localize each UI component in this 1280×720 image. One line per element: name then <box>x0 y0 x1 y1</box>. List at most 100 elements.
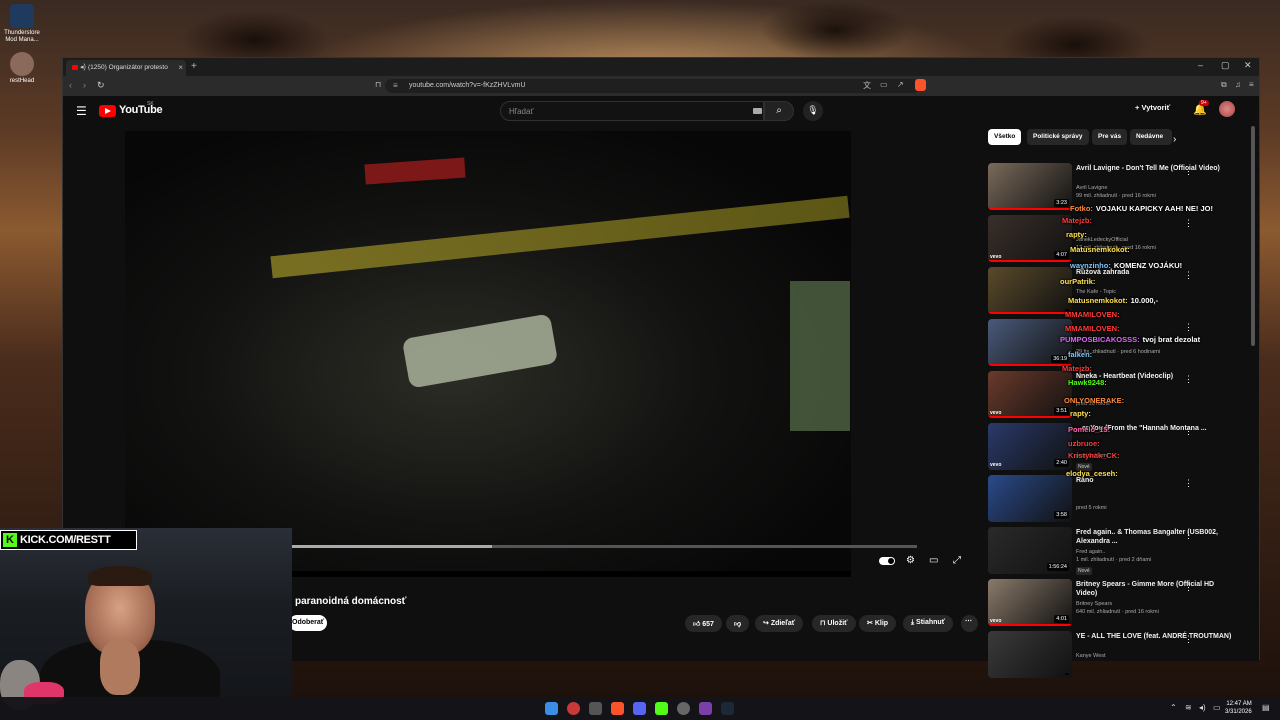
recommendation-channel[interactable]: Fred again.. <box>1076 549 1105 555</box>
more-vert-icon[interactable]: ⋮ <box>1184 218 1193 229</box>
video-thumbnail[interactable] <box>988 267 1072 314</box>
volume-icon[interactable]: ◂) <box>1199 703 1206 712</box>
more-actions-button[interactable]: ⋯ <box>961 615 978 632</box>
subscribe-button[interactable]: Odoberať <box>289 615 327 631</box>
kick-app-icon[interactable] <box>655 702 668 715</box>
recommendation-channel[interactable]: Kanye West <box>1076 653 1106 659</box>
desktop-icon-thunderstore[interactable]: Thunderstore Mod Mana... <box>2 4 42 44</box>
recommendation-item[interactable]: vevo 2:40 ...er You (From the "Hannah Mont… <box>988 423 1253 473</box>
clip-button[interactable]: ✂ Klip <box>859 615 897 632</box>
chip-all[interactable]: Všetko <box>988 129 1022 145</box>
cast-icon[interactable]: ▭ <box>880 80 888 89</box>
chevron-right-icon[interactable]: › <box>1173 134 1176 145</box>
more-vert-icon[interactable]: ⋮ <box>1184 270 1193 281</box>
recommendation-item[interactable]: vevo 4:01 Britney Spears - Gimme More (Off… <box>988 579 1253 629</box>
new-tab-button[interactable]: + <box>191 61 197 72</box>
more-vert-icon[interactable]: ⋮ <box>1184 322 1193 333</box>
save-button[interactable]: ⊓ Uložiť <box>812 615 856 632</box>
video-player[interactable] <box>125 131 851 577</box>
back-button[interactable]: ‹ <box>69 80 72 90</box>
bookmark-icon[interactable]: ⊓ <box>375 80 381 89</box>
video-thumbnail[interactable]: vevo 4:07 <box>988 215 1072 262</box>
search-button[interactable]: ⌕ <box>764 101 794 121</box>
tray-chevron-icon[interactable]: ⌃ <box>1170 703 1177 712</box>
brave-browser-icon[interactable] <box>611 702 624 715</box>
brave-shields-icon[interactable] <box>915 79 926 91</box>
video-thumbnail[interactable]: 1:56:24 <box>988 527 1072 574</box>
extensions-icon[interactable]: ⧉ <box>1221 80 1227 90</box>
search-input[interactable]: Hľadať <box>500 101 764 121</box>
sidebar-scrollbar[interactable] <box>1251 126 1255 346</box>
maximize-button[interactable]: ▢ <box>1221 60 1230 71</box>
recommendation-item[interactable]: vevo 4:07 JanekLedeckyOfficial 17 mil. zhli… <box>988 215 1253 265</box>
close-tab-icon[interactable]: × <box>178 63 183 72</box>
video-thumbnail[interactable]: 3:58 <box>988 475 1072 522</box>
fullscreen-icon[interactable]: ⤢ <box>953 555 961 566</box>
download-button[interactable]: ⤓ Stiahnuť <box>903 615 954 632</box>
xbox-icon[interactable] <box>589 702 602 715</box>
recommendation-channel[interactable]: Avril Lavigne <box>1076 185 1107 191</box>
dislike-button[interactable]: 👎︎ <box>726 615 750 632</box>
chip-political-news[interactable]: Politické správy <box>1027 129 1089 145</box>
steam-icon[interactable] <box>721 702 734 715</box>
chip-for-you[interactable]: Pre vás <box>1092 129 1128 145</box>
like-button[interactable]: 👍︎ 657 <box>685 615 722 632</box>
url-field[interactable]: ≡ youtube.com/watch?v=-fKzZHVLvmU <box>385 79 921 93</box>
browser-tab[interactable]: ◂) (1250) Organizátor protesto × <box>66 60 186 76</box>
autoplay-toggle[interactable] <box>879 557 895 565</box>
minimize-button[interactable]: – <box>1198 60 1203 70</box>
video-thumbnail[interactable]: vevo 4:01 <box>988 579 1072 626</box>
site-info-icon[interactable]: ≡ <box>393 81 398 90</box>
desktop-icon-resthead[interactable]: restHead <box>2 52 42 85</box>
start-windows-icon[interactable] <box>545 702 558 715</box>
discord-icon[interactable] <box>633 702 646 715</box>
recommendation-title[interactable]: YE - ALL THE LOVE (feat. ANDRÉ TROUTMAN) <box>1076 632 1236 641</box>
more-vert-icon[interactable]: ⋮ <box>1184 478 1193 489</box>
more-vert-icon[interactable]: ⋮ <box>1184 634 1193 645</box>
forward-button[interactable]: › <box>83 80 86 90</box>
app-icon[interactable] <box>699 702 712 715</box>
close-window-button[interactable]: ✕ <box>1244 60 1252 71</box>
video-thumbnail[interactable]: vevo 3:51 <box>988 371 1072 418</box>
recommendation-item[interactable]: 3:58 Ráno pred 5 rokmi ⋮ <box>988 475 1253 525</box>
recommendation-title[interactable]: Britney Spears - Gimme More (Official HD… <box>1076 580 1236 598</box>
more-vert-icon[interactable]: ⋮ <box>1184 582 1193 593</box>
recommendation-item[interactable]: 1:56:24 Fred again.. & Thomas Bangalter (… <box>988 527 1253 577</box>
keyboard-icon[interactable] <box>753 108 762 114</box>
recommendation-title[interactable]: Fred again.. & Thomas Bangalter (USB002,… <box>1076 528 1236 546</box>
system-clock[interactable]: 12:47 AM 3/31/2026 <box>1225 700 1252 716</box>
share-button[interactable]: ↪ Zdieľať <box>755 615 804 632</box>
theater-mode-icon[interactable]: ▭ <box>929 555 938 566</box>
speaker-icon[interactable]: ◂) <box>80 63 86 71</box>
chip-recent[interactable]: Nedávne <box>1130 129 1172 145</box>
translate-icon[interactable]: 文 <box>863 80 871 91</box>
video-thumbnail[interactable]: 3:23 <box>988 163 1072 210</box>
recommendation-channel[interactable]: Britney Spears <box>1076 601 1112 607</box>
voice-search-button[interactable]: 🎙 <box>803 101 823 121</box>
notification-center-icon[interactable]: ▤ <box>1262 703 1270 712</box>
recommendation-title[interactable]: Avril Lavigne - Don't Tell Me (Official … <box>1076 164 1236 173</box>
account-avatar[interactable] <box>1219 101 1235 117</box>
wifi-icon[interactable]: ≋ <box>1185 703 1192 712</box>
reload-button[interactable]: ↻ <box>97 80 105 91</box>
video-thumbnail[interactable] <box>988 631 1072 678</box>
settings-gear-icon[interactable]: ⚙ <box>906 555 915 566</box>
video-progress-bar[interactable] <box>231 545 917 548</box>
more-vert-icon[interactable]: ⋮ <box>1184 166 1193 177</box>
more-vert-icon[interactable]: ⋮ <box>1184 374 1193 385</box>
recommendation-item[interactable]: YE - ALL THE LOVE (feat. ANDRÉ TROUTMAN)… <box>988 631 1253 681</box>
more-vert-icon[interactable]: ⋮ <box>1184 426 1193 437</box>
create-button[interactable]: + Vytvoriť <box>1135 103 1170 112</box>
menu-icon[interactable]: ≡ <box>1249 80 1254 89</box>
more-vert-icon[interactable]: ⋮ <box>1184 530 1193 541</box>
recommendation-channel[interactable]: The Kafe - Topic <box>1076 289 1116 295</box>
media-icon[interactable]: ♫ <box>1235 80 1241 89</box>
settings-app-icon[interactable] <box>677 702 690 715</box>
share-icon[interactable]: ↗ <box>897 80 904 89</box>
pin-app-icon[interactable] <box>567 702 580 715</box>
youtube-logo-icon[interactable] <box>99 105 116 117</box>
video-thumbnail[interactable]: vevo 2:40 <box>988 423 1072 470</box>
battery-icon[interactable]: ▭ <box>1213 703 1221 712</box>
youtube-logo-text[interactable]: YouTube <box>119 104 163 116</box>
hamburger-menu-icon[interactable]: ☰ <box>76 104 87 118</box>
